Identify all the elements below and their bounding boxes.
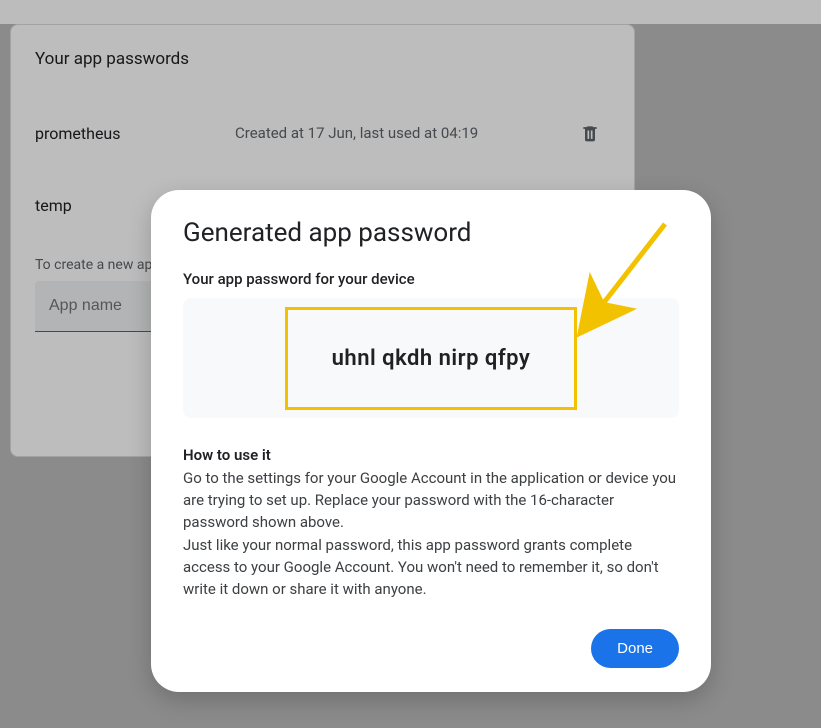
password-display: uhnl qkdh nirp qfpy [183,298,679,418]
password-highlight-box: uhnl qkdh nirp qfpy [285,307,578,410]
dialog-title: Generated app password [183,218,679,248]
dialog-subtitle: Your app password for your device [183,270,679,288]
generated-password-dialog: Generated app password Your app password… [151,190,711,692]
howto-title: How to use it [183,446,679,464]
done-button[interactable]: Done [591,629,679,668]
howto-paragraph: Just like your normal password, this app… [183,535,679,600]
dialog-actions: Done [183,629,679,668]
generated-password-text[interactable]: uhnl qkdh nirp qfpy [332,346,531,371]
howto-paragraph: Go to the settings for your Google Accou… [183,468,679,533]
